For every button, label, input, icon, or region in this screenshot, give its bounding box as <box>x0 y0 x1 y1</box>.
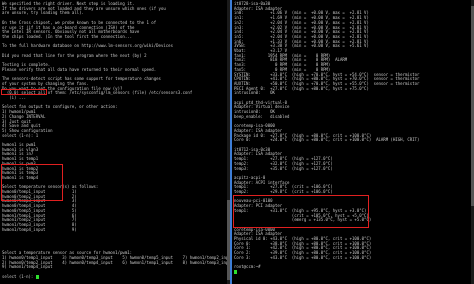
cursor-block <box>35 274 39 279</box>
left-terminal-pane[interactable]: We specified the right driver. Next step… <box>0 0 230 284</box>
right-terminal-line: (emerg = +135.0°C, hyst = +5.0°C) <box>234 217 372 223</box>
right-terminal-line: temp3: +35.0°C (high = +127.0°C) <box>234 165 333 171</box>
right-terminal-line <box>234 269 237 274</box>
right-terminal-pane[interactable]: it8728-isa-0a30 Adapter: ISA adapter in0: … <box>232 0 474 284</box>
cursor-block <box>234 269 237 274</box>
right-terminal-line: beep_enable: disabled <box>234 113 290 119</box>
right-terminal-line: Core 0: +24.0°C (high = +80.0°C, crit = … <box>234 137 420 143</box>
left-terminal-line: select (1-n): <box>2 274 39 279</box>
left-terminal-line: the chips loaded. (In the tool first the… <box>2 33 133 39</box>
right-terminal-line: intrusion0: OK <box>234 90 275 96</box>
left-terminal-line: 9) hwmon1/temp4_input <box>2 264 53 270</box>
left-terminal-line: are unsure, try loading them all). <box>2 10 84 16</box>
right-terminal-line: Core 3: +43.0°C (high = +80.0°C, crit = … <box>234 254 372 260</box>
left-terminal-line: hwmon1/temp4_input 9) <box>2 226 77 232</box>
left-terminal-line: Did you read that line for the program w… <box>2 52 147 58</box>
left-terminal-line: To the full hardware database on http://… <box>2 43 173 49</box>
left-terminal-line: (i) ... <box>2 95 27 100</box>
right-terminal-line: temp2: +29.8°C (crit = +106.0°C) <box>234 189 333 194</box>
left-terminal-line: select (1-n): 1 <box>2 132 39 138</box>
right-terminal-line: root@ccm:~# <box>234 264 263 270</box>
left-terminal-line: (0.0) select all of them: /etc/sysconfig… <box>2 90 193 96</box>
left-terminal-line: hwmon1 is temp4 <box>2 174 39 180</box>
left-terminal-line: Please verify that all data have returne… <box>2 66 157 72</box>
